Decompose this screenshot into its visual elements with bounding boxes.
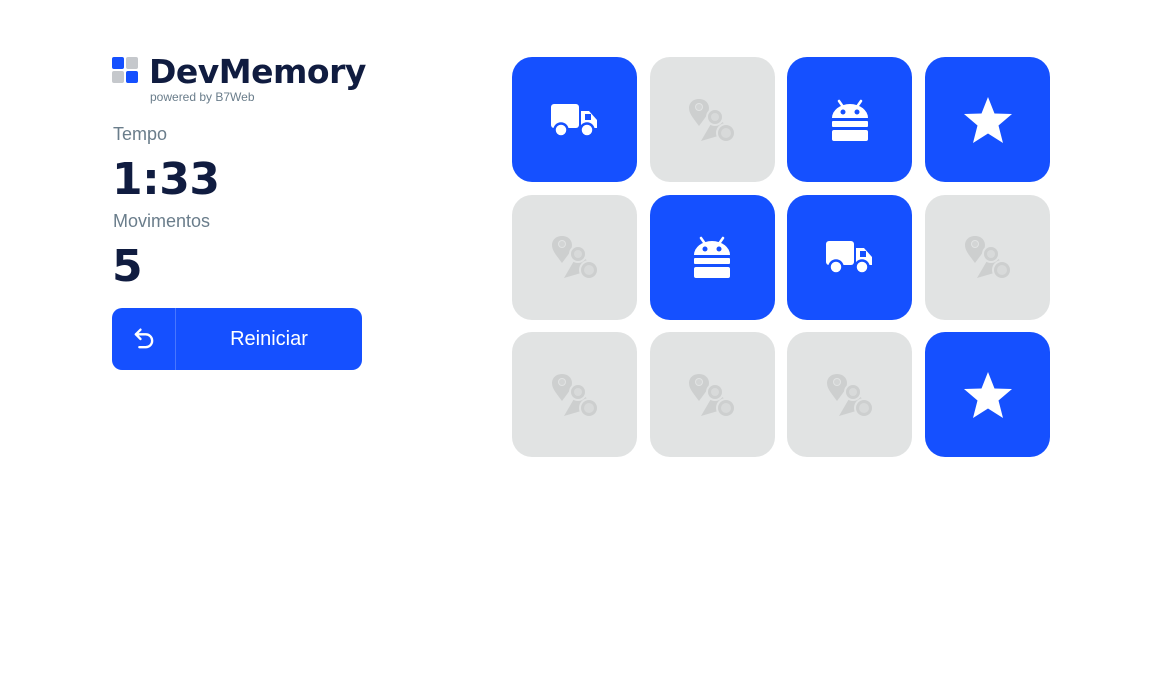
app-subtitle: powered by B7Web — [150, 90, 255, 104]
memory-card-hidden[interactable] — [649, 57, 775, 182]
moves-value: 5 — [112, 241, 143, 292]
memory-card-hidden[interactable] — [512, 194, 637, 320]
memory-card-revealed[interactable] — [925, 332, 1051, 457]
map-pins-icon — [961, 232, 1015, 282]
android-icon — [830, 98, 870, 142]
memory-card-hidden[interactable] — [512, 332, 637, 457]
logo-square-top-left — [112, 57, 124, 69]
truck-icon — [825, 237, 874, 277]
restart-button-label: Reiniciar — [230, 327, 308, 350]
memory-card-revealed[interactable] — [787, 194, 913, 320]
four-squares-logo-icon — [112, 57, 138, 83]
map-pins-icon — [823, 370, 877, 420]
time-value: 1:33 — [112, 154, 220, 205]
app-title: DevMemory — [149, 52, 366, 91]
logo: DevMemory powered by B7Web — [112, 52, 366, 106]
info-panel: DevMemory powered by B7Web Tempo 1:33 Mo… — [112, 52, 366, 370]
truck-icon — [550, 100, 599, 140]
memory-board — [512, 57, 1051, 457]
memory-card-hidden[interactable] — [787, 332, 913, 457]
memory-card-revealed[interactable] — [512, 57, 637, 182]
logo-square-top-right — [126, 57, 138, 69]
map-pins-icon — [548, 232, 602, 282]
star-icon — [962, 370, 1014, 420]
star-icon — [962, 95, 1014, 145]
restart-button[interactable]: Reiniciar — [112, 308, 362, 370]
memory-card-revealed[interactable] — [925, 57, 1051, 182]
android-icon — [692, 235, 732, 279]
map-pins-icon — [548, 370, 602, 420]
memory-card-revealed[interactable] — [787, 57, 913, 182]
map-pins-icon — [685, 95, 739, 145]
map-pins-icon — [685, 370, 739, 420]
moves-label: Movimentos — [113, 211, 211, 231]
undo-arrow-icon — [112, 308, 176, 370]
memory-card-hidden[interactable] — [925, 194, 1051, 320]
memory-card-hidden[interactable] — [649, 332, 775, 457]
memory-card-revealed[interactable] — [649, 194, 775, 320]
logo-square-bottom-left — [112, 71, 124, 83]
logo-square-bottom-right — [126, 71, 138, 83]
time-label: Tempo — [113, 124, 168, 144]
